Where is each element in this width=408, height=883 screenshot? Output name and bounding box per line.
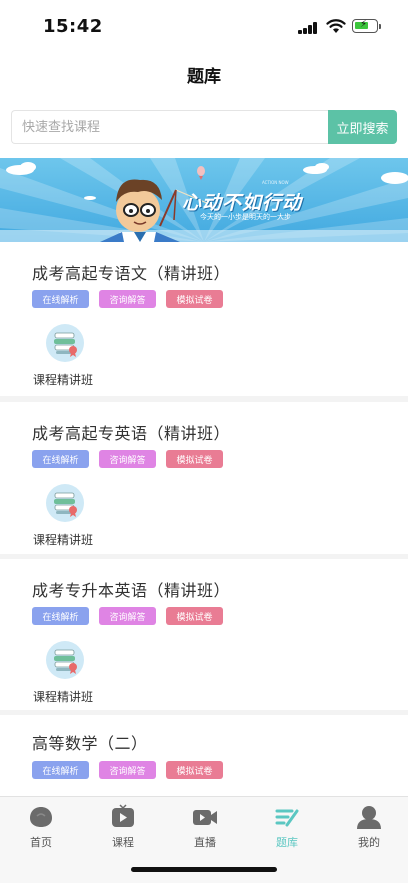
tab-label: 直播 <box>194 836 216 849</box>
tab-course[interactable]: 课程 <box>82 797 164 857</box>
page-title: 题库 <box>187 67 221 87</box>
tab-live[interactable]: 直播 <box>164 797 246 857</box>
course-card: 成考专升本英语（精讲班） 在线解析 咨询解答 模拟试卷 课程精讲班 <box>0 559 408 710</box>
course-title[interactable]: 成考高起专英语（精讲班） <box>32 420 230 444</box>
course-title[interactable]: 成考专升本英语（精讲班） <box>32 577 230 601</box>
tab-label: 我的 <box>358 836 380 849</box>
tab-label: 题库 <box>276 836 298 849</box>
course-book-icon[interactable] <box>46 484 84 522</box>
tab-home[interactable]: 首页 <box>0 797 82 857</box>
tag-online-analysis[interactable]: 在线解析 <box>32 450 89 468</box>
question-bank-icon <box>275 809 299 827</box>
course-book-icon[interactable] <box>46 641 84 679</box>
tab-profile[interactable]: 我的 <box>328 797 408 857</box>
tag-online-analysis[interactable]: 在线解析 <box>32 607 89 625</box>
home-icon <box>30 807 52 827</box>
tag-mock-exam[interactable]: 模拟试卷 <box>166 450 223 468</box>
tab-label: 首页 <box>30 836 52 849</box>
course-label[interactable]: 课程精讲班 <box>33 688 93 705</box>
tag-online-analysis[interactable]: 在线解析 <box>32 761 89 779</box>
tag-mock-exam[interactable]: 模拟试卷 <box>166 607 223 625</box>
tab-question-bank[interactable]: 题库 <box>246 797 328 857</box>
search-bar: 立即搜索 <box>0 94 408 158</box>
course-title[interactable]: 成考高起专语文（精讲班） <box>32 260 230 284</box>
live-camera-icon <box>193 810 217 825</box>
tag-consult[interactable]: 咨询解答 <box>99 450 156 468</box>
tag-consult[interactable]: 咨询解答 <box>99 607 156 625</box>
battery-charging-icon: ⚡ <box>352 19 381 33</box>
tag-consult[interactable]: 咨询解答 <box>99 761 156 779</box>
course-book-icon[interactable] <box>46 324 84 362</box>
course-label[interactable]: 课程精讲班 <box>33 531 93 548</box>
course-card: 高等数学（二） 在线解析 咨询解答 模拟试卷 <box>0 715 408 796</box>
nav-bar: 题库 <box>0 52 408 94</box>
status-bar: 15:42 ⚡ <box>0 0 408 52</box>
course-card: 成考高起专语文（精讲班） 在线解析 咨询解答 模拟试卷 课程精讲班 <box>0 242 408 396</box>
search-button[interactable]: 立即搜索 <box>328 110 397 144</box>
cellular-signal-icon <box>298 22 318 34</box>
banner-subline: 今天的一小步是明天的一大步 <box>200 213 291 221</box>
banner-headline: 心动不如行动 <box>182 192 303 214</box>
profile-icon <box>357 806 381 829</box>
search-input[interactable] <box>11 110 329 144</box>
tab-label: 课程 <box>112 836 134 849</box>
tag-mock-exam[interactable]: 模拟试卷 <box>166 761 223 779</box>
tag-consult[interactable]: 咨询解答 <box>99 290 156 308</box>
course-play-icon <box>112 804 134 827</box>
course-card: 成考高起专英语（精讲班） 在线解析 咨询解答 模拟试卷 课程精讲班 <box>0 402 408 554</box>
wifi-icon <box>326 19 346 33</box>
status-time: 15:42 <box>43 16 103 37</box>
tag-mock-exam[interactable]: 模拟试卷 <box>166 290 223 308</box>
banner-tagline-en: ACTION NOW <box>262 180 289 185</box>
home-indicator <box>131 867 277 872</box>
promo-banner[interactable]: ACTION NOW 心动不如行动 今天的一小步是明天的一大步 <box>0 158 408 242</box>
tag-online-analysis[interactable]: 在线解析 <box>32 290 89 308</box>
course-title[interactable]: 高等数学（二） <box>32 730 148 754</box>
course-label[interactable]: 课程精讲班 <box>33 371 93 388</box>
